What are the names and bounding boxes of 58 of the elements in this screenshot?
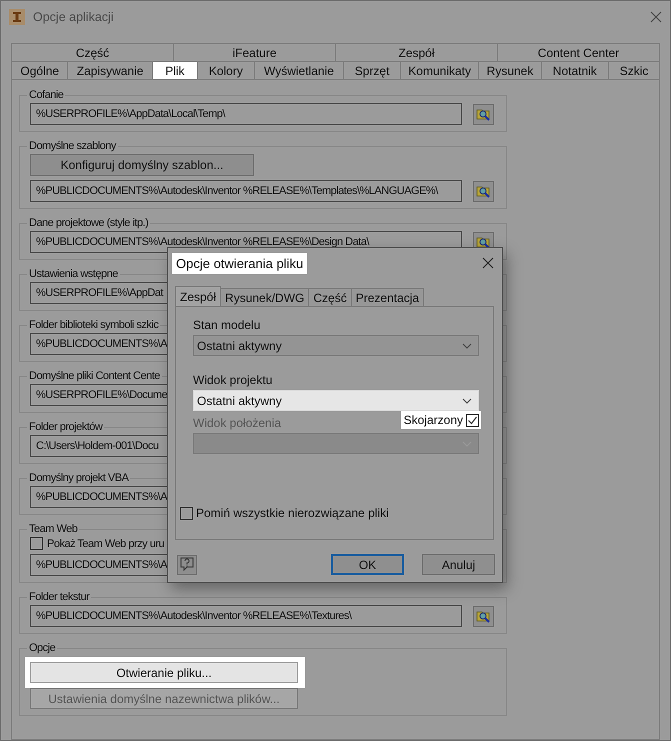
close-icon[interactable] bbox=[650, 11, 662, 23]
dialog-title: Opcje otwierania pliku bbox=[172, 252, 308, 274]
group-label: Domyślne szablony bbox=[28, 140, 118, 152]
tab[interactable]: Prezentacja bbox=[350, 288, 424, 306]
browse-button[interactable] bbox=[473, 180, 494, 202]
tab[interactable]: Kolory bbox=[197, 61, 254, 79]
checkbox-label: Pomiń wszystkie nierozwiązane pliki bbox=[196, 506, 389, 520]
group-label: Domyślne pliki Content Cente bbox=[28, 370, 161, 382]
field-label: Widok położenia bbox=[193, 416, 282, 430]
browse-button[interactable] bbox=[473, 104, 494, 124]
tab[interactable]: Szkic bbox=[608, 61, 660, 79]
group-label: Folder projektów bbox=[28, 421, 104, 433]
help-icon bbox=[180, 557, 194, 572]
tab[interactable]: Sprzęt bbox=[343, 61, 400, 79]
path-field[interactable]: %PUBLICDOCUMENTS%\Autodesk\Inventor %RELEASE%\Textures\ bbox=[30, 605, 462, 627]
group-label: Opcje bbox=[28, 642, 56, 654]
dialog-button[interactable]: Anuluj bbox=[422, 554, 495, 575]
path-field[interactable]: %PUBLICDOCUMENTS%\Autodesk\Inventor %RELEASE%\Templates\%LANGUAGE%\ bbox=[30, 180, 462, 202]
group-label: Folder biblioteki symboli szkic bbox=[28, 319, 160, 331]
tab[interactable]: Ogólne bbox=[11, 61, 68, 79]
group-label: Dane projektowe (style itp.) bbox=[28, 217, 150, 229]
path-field[interactable]: %USERPROFILE%\AppData\Local\Temp\ bbox=[30, 103, 462, 125]
group-label: Folder tekstur bbox=[28, 591, 91, 603]
dropdown[interactable]: Ostatni aktywny bbox=[193, 390, 479, 411]
checkbox[interactable] bbox=[180, 506, 193, 520]
tab[interactable]: Rysunek bbox=[478, 61, 541, 79]
tab[interactable]: Część bbox=[11, 43, 173, 61]
tab[interactable]: Wyświetlanie bbox=[254, 61, 344, 79]
close-icon[interactable] bbox=[482, 257, 494, 269]
dropdown[interactable]: Ostatni aktywny bbox=[193, 335, 479, 356]
checkbox-label: Skojarzony bbox=[404, 413, 463, 427]
group-label: Ustawienia wstępne bbox=[28, 268, 119, 280]
help-button[interactable] bbox=[177, 554, 197, 574]
group-label: Domyślny projekt VBA bbox=[28, 472, 130, 484]
tab[interactable]: Zespół bbox=[335, 43, 497, 61]
checkbox-label: Pokaż Team Web przy uru bbox=[47, 538, 164, 550]
tab[interactable]: Komunikaty bbox=[400, 61, 478, 79]
tab[interactable]: Notatnik bbox=[540, 61, 608, 79]
chevron-down-icon bbox=[462, 398, 472, 404]
tab[interactable]: Część bbox=[308, 288, 352, 306]
configure-button[interactable]: Konfiguruj domyślny szablon... bbox=[30, 154, 254, 176]
tab[interactable]: iFeature bbox=[173, 43, 335, 61]
field-label: Stan modelu bbox=[193, 318, 262, 332]
group-label: Cofanie bbox=[28, 89, 64, 101]
tab[interactable]: Content Center bbox=[497, 43, 660, 61]
tab[interactable]: Rysunek/DWG bbox=[220, 288, 310, 306]
chevron-down-icon bbox=[462, 342, 472, 348]
tab[interactable]: Plik bbox=[152, 61, 198, 79]
group-label: Team Web bbox=[28, 523, 78, 535]
field-label: Widok projektu bbox=[193, 373, 274, 387]
browse-button[interactable] bbox=[473, 606, 494, 626]
tab[interactable]: Zespół bbox=[175, 286, 222, 306]
app-icon bbox=[9, 9, 25, 25]
window-title: Opcje aplikacji bbox=[33, 10, 115, 24]
tab[interactable]: Zapisywanie bbox=[67, 61, 152, 79]
dialog-button[interactable]: OK bbox=[331, 554, 404, 575]
options-button[interactable]: Otwieranie pliku... bbox=[30, 662, 298, 683]
checkbox[interactable] bbox=[30, 537, 43, 550]
